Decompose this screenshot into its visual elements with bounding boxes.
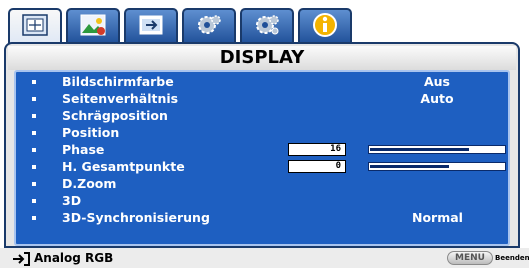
bullet <box>32 131 36 135</box>
h-size-value-box: 0 <box>288 160 346 173</box>
picture-icon <box>22 14 48 40</box>
row-label: H. Gesamtpunkte <box>62 159 185 174</box>
bullet <box>32 216 36 220</box>
menu-row-aspect-ratio[interactable]: Seitenverhältnis Auto <box>16 90 508 107</box>
display-settings-panel: Bildschirmfarbe Aus Seitenverhältnis Aut… <box>14 70 510 246</box>
bullet <box>32 199 36 203</box>
bullet <box>32 97 36 101</box>
menu-row-3d-sync[interactable]: 3D-Synchronisierung Normal <box>16 209 508 226</box>
phase-value-box: 16 <box>288 143 346 156</box>
source-input-icon <box>12 251 30 270</box>
bullet <box>32 165 36 169</box>
osd-menu-frame: DISPLAY Bildschirmfarbe Aus Seitenverhäl… <box>4 42 520 248</box>
row-label: Phase <box>62 142 105 157</box>
gear-settings-icon <box>195 12 223 42</box>
tab-system-setup[interactable] <box>182 8 236 44</box>
phase-slider[interactable] <box>368 145 506 154</box>
tab-information[interactable] <box>298 8 352 44</box>
row-label: D.Zoom <box>62 176 117 191</box>
info-icon <box>312 12 338 42</box>
h-size-slider-fill <box>370 165 449 168</box>
row-label: Seitenverhältnis <box>62 91 179 106</box>
bullet <box>32 182 36 186</box>
tab-source[interactable] <box>124 8 178 44</box>
current-source-label: Analog RGB <box>34 251 114 265</box>
row-label: 3D-Synchronisierung <box>62 210 210 225</box>
row-label: Schrägposition <box>62 108 168 123</box>
row-value: Aus <box>423 74 450 89</box>
source-input-icon <box>138 14 164 40</box>
menu-button[interactable]: MENU <box>447 251 493 265</box>
tab-picture[interactable] <box>66 8 120 44</box>
tab-display[interactable] <box>8 8 62 44</box>
menu-row-h-size[interactable]: H. Gesamtpunkte 0 <box>16 158 508 175</box>
status-bar: Analog RGB MENU Beenden <box>0 248 529 268</box>
row-label: 3D <box>62 193 82 208</box>
row-label: Bildschirmfarbe <box>62 74 174 89</box>
exit-label: Beenden <box>495 254 529 262</box>
menu-row-screen-color[interactable]: Bildschirmfarbe Aus <box>16 73 508 90</box>
row-value: Normal <box>412 210 463 225</box>
tab-system-setup-advanced[interactable] <box>240 8 294 44</box>
landscape-image-icon <box>79 13 107 41</box>
menu-row-keystone[interactable]: Schrägposition <box>16 107 508 124</box>
bullet <box>32 114 36 118</box>
menu-title: DISPLAY <box>8 46 516 70</box>
menu-row-phase[interactable]: Phase 16 <box>16 141 508 158</box>
menu-row-3d[interactable]: 3D <box>16 192 508 209</box>
menu-row-digital-zoom[interactable]: D.Zoom <box>16 175 508 192</box>
h-size-slider[interactable] <box>368 162 506 171</box>
row-label: Position <box>62 125 120 140</box>
bullet <box>32 80 36 84</box>
bullet <box>32 148 36 152</box>
menu-row-position[interactable]: Position <box>16 124 508 141</box>
tab-bar <box>8 4 388 44</box>
gear-advanced-settings-icon <box>253 12 281 42</box>
phase-slider-fill <box>370 148 470 151</box>
row-value: Auto <box>420 91 454 106</box>
